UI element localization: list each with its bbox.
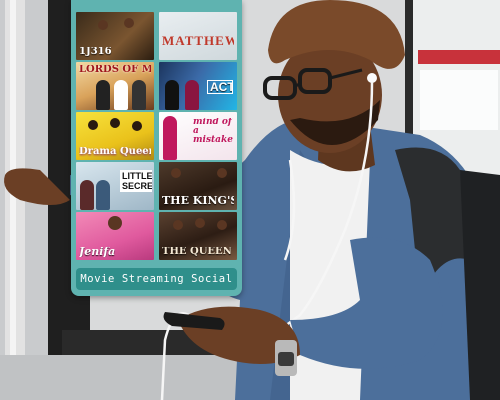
poster-title: Jenifa [79, 247, 116, 257]
movie-poster[interactable]: 1J316 [76, 12, 154, 60]
poster-title: ACT [207, 80, 233, 94]
poster-title: THE KING'S SEARCH [162, 196, 234, 206]
poster-title: Drama Queens 2 [79, 147, 151, 157]
poster-title: LITTLE SECRET [120, 170, 152, 192]
poster-title: THE QUEEN [162, 247, 232, 257]
poster-grid: 1J316 MATTHEW LORDS OF MONEY ACT Drama Q [76, 12, 237, 260]
movie-poster[interactable]: LITTLE SECRET [76, 162, 154, 210]
movie-poster[interactable]: MATTHEW [159, 12, 237, 60]
earbud [367, 73, 377, 83]
photo-scene: 1J316 MATTHEW LORDS OF MONEY ACT Drama Q [0, 0, 500, 400]
movie-app-promo-card: 1J316 MATTHEW LORDS OF MONEY ACT Drama Q [71, 0, 242, 296]
poster-title: MATTHEW [162, 36, 234, 46]
tagline-banner: Movie Streaming Social [76, 268, 237, 290]
movie-poster[interactable]: Jenifa [76, 212, 154, 260]
poster-title: 1J316 [79, 47, 112, 57]
movie-poster[interactable]: Drama Queens 2 [76, 112, 154, 160]
movie-poster[interactable]: ACT [159, 62, 237, 110]
movie-poster[interactable]: THE QUEEN [159, 212, 237, 260]
poster-title: mind of a mistake [193, 118, 233, 145]
poster-title: LORDS OF MONEY [79, 65, 151, 75]
movie-poster[interactable]: mind of a mistake [159, 112, 237, 160]
movie-poster[interactable]: THE KING'S SEARCH [159, 162, 237, 210]
movie-poster[interactable]: LORDS OF MONEY [76, 62, 154, 110]
